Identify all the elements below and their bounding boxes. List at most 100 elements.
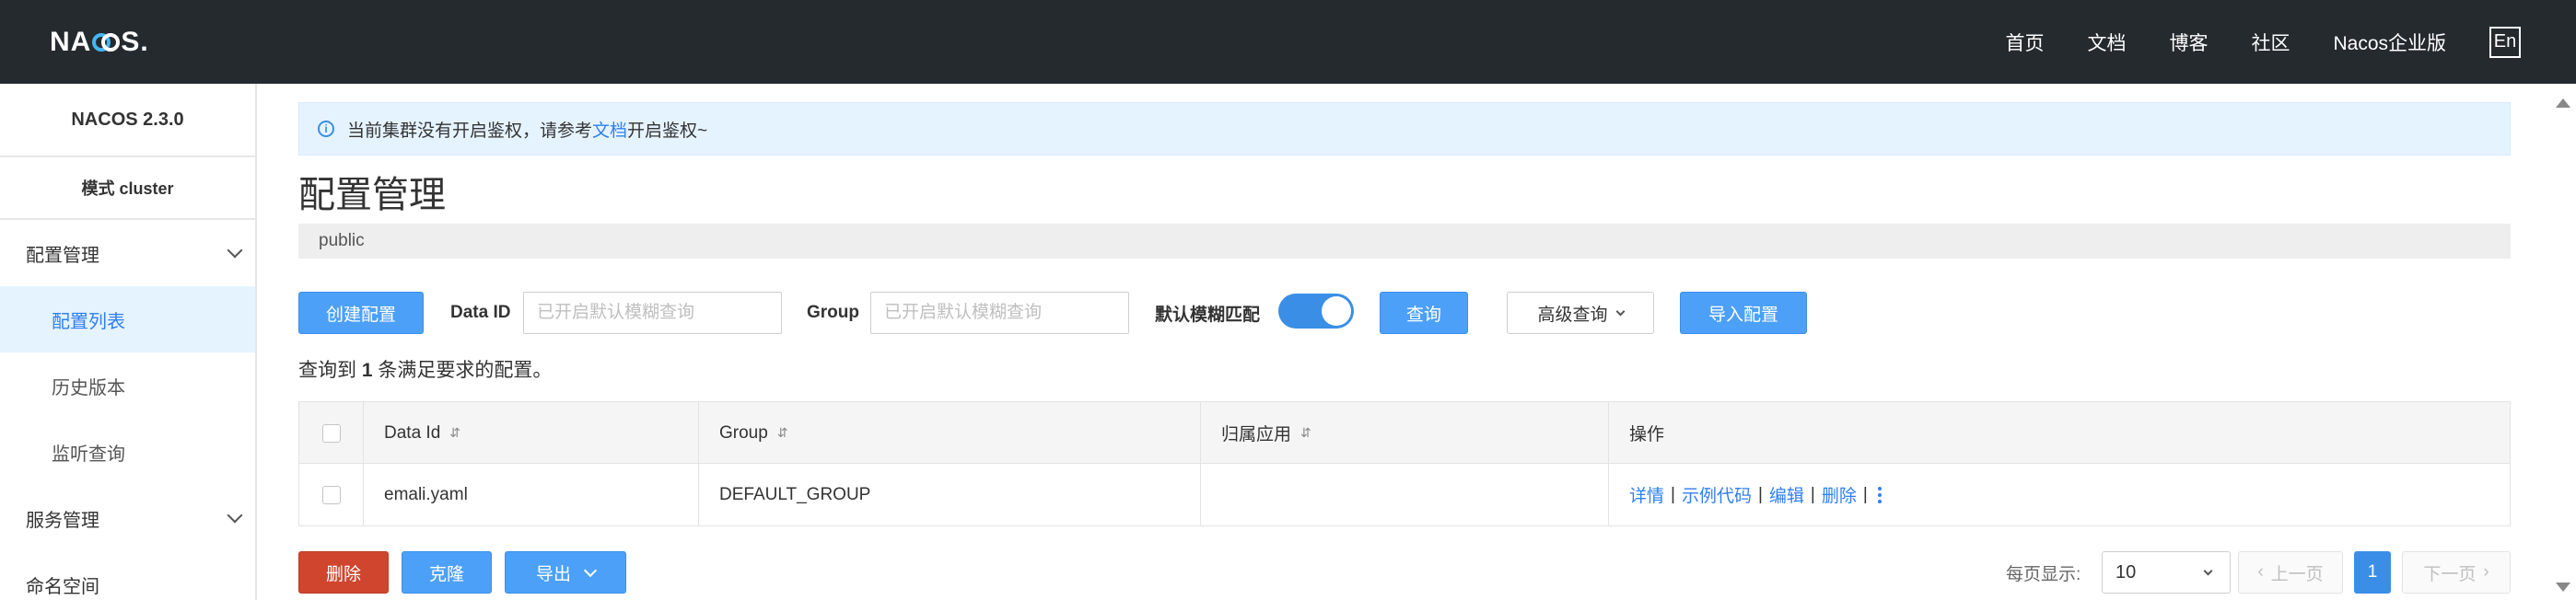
sort-icon[interactable]: ⇵	[1300, 425, 1311, 441]
next-page-label: 下一页	[2423, 564, 2477, 584]
table-row: emali.yaml DEFAULT_GROUP 详情 | 示例代码 | 编辑 …	[299, 464, 2510, 525]
column-label: Data Id	[384, 422, 441, 443]
sidebar-item-namespace[interactable]: 命名空间	[0, 551, 255, 600]
notice-suffix: 开启鉴权~	[627, 121, 708, 141]
separator: |	[1757, 484, 1763, 504]
header-checkbox-cell	[299, 402, 364, 464]
column-label: 归属应用	[1221, 425, 1292, 444]
clone-button[interactable]: 克隆	[402, 551, 492, 594]
chevron-down-icon	[1615, 306, 1625, 316]
prev-page-button[interactable]: ‹ 上一页	[2238, 551, 2343, 594]
detail-link[interactable]: 详情	[1629, 482, 1664, 507]
nav-home[interactable]: 首页	[2005, 29, 2044, 56]
result-suffix: 条满足要求的配置。	[378, 360, 553, 381]
batch-delete-button[interactable]: 删除	[298, 551, 389, 594]
import-config-button[interactable]: 导入配置	[1680, 292, 1807, 334]
column-label: 操作	[1629, 425, 1665, 444]
separator: |	[1671, 484, 1675, 504]
nav-docs[interactable]: 文档	[2087, 29, 2126, 56]
sidebar-group-service[interactable]: 服务管理	[0, 485, 255, 551]
create-config-button[interactable]: 创建配置	[298, 292, 424, 334]
nacos-logo[interactable]: NA S.	[50, 24, 149, 61]
table-header: Data Id ⇵ Group ⇵ 归属应用 ⇵ 操作	[299, 402, 2510, 464]
data-id-input[interactable]	[523, 292, 782, 334]
advanced-search-label: 高级查询	[1537, 305, 1608, 325]
namespace-bar[interactable]: public	[298, 224, 2511, 259]
nav-community[interactable]: 社区	[2251, 29, 2290, 56]
separator: |	[1862, 484, 1868, 504]
sidebar-item-listener-query[interactable]: 监听查询	[0, 419, 255, 485]
notice-doc-link[interactable]: 文档	[592, 117, 627, 142]
main-content: i 当前集群没有开启鉴权，请参考 文档 开启鉴权~ 配置管理 public 创建…	[298, 84, 2511, 600]
page-size-value: 10	[2116, 561, 2137, 583]
sort-icon[interactable]: ⇵	[449, 425, 460, 441]
select-all-checkbox[interactable]	[321, 423, 341, 443]
search-toolbar: 创建配置 Data ID Group 默认模糊匹配 查询 高级查询 导入配置	[298, 292, 2511, 334]
fuzzy-match-label: 默认模糊匹配	[1155, 305, 1261, 325]
sidebar-group-label: 配置管理	[26, 245, 99, 266]
chevron-down-icon	[227, 242, 243, 259]
table-footer: 删除 克隆 导出 每页显示: 10 ‹ 上一页 1 下一页 ›	[298, 551, 2511, 594]
sidebar-item-history[interactable]: 历史版本	[0, 352, 255, 419]
more-options-icon[interactable]	[1877, 486, 1882, 503]
logo-text-suffix: S.	[121, 27, 149, 57]
group-label: Group	[807, 303, 859, 322]
sidebar-version: NACOS 2.3.0	[0, 84, 255, 157]
cell-app	[1201, 464, 1609, 525]
language-toggle[interactable]: En	[2489, 26, 2521, 58]
notice-prefix: 当前集群没有开启鉴权，请参考	[347, 121, 593, 141]
logo-text-prefix: NA	[50, 27, 92, 57]
search-button[interactable]: 查询	[1380, 292, 1468, 334]
scroll-down-icon[interactable]	[2556, 583, 2570, 592]
vertical-scrollbar[interactable]	[2549, 84, 2576, 600]
delete-link[interactable]: 删除	[1822, 482, 1857, 507]
cell-data-id: emali.yaml	[364, 464, 699, 525]
toggle-knob	[1322, 296, 1351, 326]
chevron-down-icon	[2203, 566, 2213, 575]
column-label: Group	[719, 422, 768, 443]
cell-actions: 详情 | 示例代码 | 编辑 | 删除 |	[1609, 464, 2510, 525]
chevron-right-icon: ›	[2483, 562, 2489, 582]
sidebar-item-config-list[interactable]: 配置列表	[0, 286, 255, 352]
export-button[interactable]: 导出	[505, 551, 626, 594]
nav-enterprise[interactable]: Nacos企业版	[2333, 29, 2446, 56]
column-actions: 操作	[1609, 402, 2510, 464]
result-count: 1	[361, 360, 373, 381]
page-title: 配置管理	[298, 175, 446, 215]
sidebar-item-label: 命名空间	[26, 576, 99, 597]
row-checkbox-cell	[299, 464, 364, 525]
separator: |	[1810, 484, 1815, 504]
data-id-label: Data ID	[450, 303, 511, 322]
sidebar: NACOS 2.3.0 模式 cluster 配置管理 配置列表 历史版本 监听…	[0, 84, 257, 600]
column-group: Group ⇵	[699, 402, 1201, 464]
page-size-label: 每页显示:	[2006, 564, 2081, 584]
chevron-left-icon: ‹	[2257, 562, 2264, 582]
column-app: 归属应用 ⇵	[1201, 402, 1609, 464]
top-header: NA S. 首页 文档 博客 社区 Nacos企业版 En	[0, 0, 2576, 84]
cell-group: DEFAULT_GROUP	[699, 464, 1201, 525]
next-page-button[interactable]: 下一页 ›	[2402, 551, 2511, 594]
sidebar-group-label: 服务管理	[26, 510, 99, 531]
export-label: 导出	[535, 564, 571, 584]
sample-code-link[interactable]: 示例代码	[1682, 482, 1752, 507]
result-summary: 查询到 1 条满足要求的配置。	[298, 355, 552, 383]
top-nav: 首页 文档 博客 社区 Nacos企业版 En	[2005, 0, 2576, 84]
config-table: Data Id ⇵ Group ⇵ 归属应用 ⇵ 操作 emali.yaml D…	[298, 401, 2511, 526]
page-size-select[interactable]: 10	[2102, 551, 2231, 594]
sidebar-group-config[interactable]: 配置管理	[0, 220, 255, 286]
sort-icon[interactable]: ⇵	[777, 425, 788, 441]
nav-blog[interactable]: 博客	[2169, 29, 2208, 56]
result-prefix: 查询到	[298, 360, 356, 381]
info-icon: i	[318, 121, 334, 137]
auth-notice: i 当前集群没有开启鉴权，请参考 文档 开启鉴权~	[298, 102, 2511, 156]
page-1-button[interactable]: 1	[2354, 551, 2391, 594]
fuzzy-match-toggle[interactable]	[1278, 294, 1354, 329]
group-input[interactable]	[870, 292, 1129, 334]
scroll-up-icon[interactable]	[2556, 98, 2570, 108]
chevron-down-icon	[227, 507, 243, 524]
chevron-down-icon	[583, 563, 598, 578]
prev-page-label: 上一页	[2270, 564, 2324, 584]
edit-link[interactable]: 编辑	[1769, 482, 1804, 507]
row-checkbox[interactable]	[321, 485, 341, 504]
advanced-search-button[interactable]: 高级查询	[1507, 292, 1654, 334]
